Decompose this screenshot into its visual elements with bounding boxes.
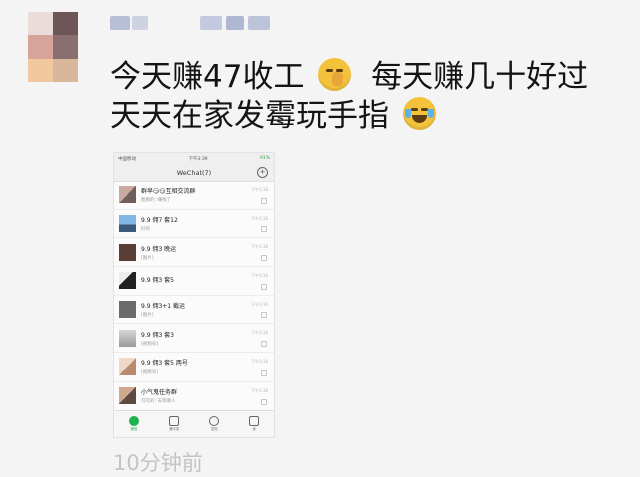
tab-bar: 微信 通讯录 发现 我 <box>114 410 274 437</box>
tab-contacts[interactable]: 通讯录 <box>168 416 180 432</box>
post-line1: 今天赚47收工 <box>110 59 305 95</box>
list-item[interactable]: 9.9 佣7 套12 好的 下午3:16 <box>114 210 274 239</box>
chat-list: 群早😏😏互相交流群 图图的: 赚钱了 下午3:18 9.9 佣7 套12 好的 下午… <box>114 181 274 411</box>
list-item[interactable]: 9.9 佣3 套5 两号 [视频号] 下午3:16 <box>114 353 274 382</box>
mute-icon <box>261 283 267 290</box>
mute-icon <box>261 398 267 405</box>
avatar <box>119 186 136 204</box>
chat-time: 下午3:16 <box>251 301 268 307</box>
tab-label: 发现 <box>210 427 218 431</box>
avatar[interactable] <box>28 12 78 82</box>
chat-preview: 可可的: 去等哪人 <box>141 399 176 405</box>
chat-preview: [图片] <box>141 255 154 261</box>
list-item[interactable]: 9.9 佣3+1 截运 [图片] 下午3:16 <box>114 296 274 325</box>
wechat-titlebar: WeChat(7) + <box>114 164 274 182</box>
tab-label: 我 <box>252 427 256 431</box>
avatar <box>119 358 136 376</box>
post-timestamp: 10分钟前 <box>113 451 203 475</box>
mute-icon <box>261 226 267 233</box>
chat-time: 下午3:16 <box>251 273 268 279</box>
list-item[interactable]: 9.9 佣3 套5 下午3:16 <box>114 267 274 296</box>
list-item[interactable]: 9.9 佣3 晚运 [图片] 下午3:16 <box>114 238 274 268</box>
mute-icon <box>261 312 267 319</box>
tab-chats[interactable]: 微信 <box>128 416 139 432</box>
laughing-tears-icon <box>402 97 436 130</box>
avatar <box>119 243 136 261</box>
shushing-face-icon <box>318 58 352 91</box>
chat-preview: 好的 <box>141 227 150 233</box>
avatar <box>119 329 136 347</box>
post-text: 今天赚47收工 每天赚几十好过 天天在家发霉玩手指 <box>110 58 620 136</box>
contacts-icon <box>169 416 180 426</box>
mute-icon <box>261 255 267 262</box>
compass-icon <box>209 416 220 426</box>
username-blur[interactable] <box>132 16 148 30</box>
person-icon <box>249 416 260 426</box>
chat-time: 下午3:16 <box>251 244 268 250</box>
chat-preview: 图图的: 赚钱了 <box>141 198 171 204</box>
post-line1b: 每天赚几十好过 <box>371 59 589 95</box>
status-time: 下午3:39 <box>188 156 208 162</box>
username-blur[interactable] <box>226 16 244 30</box>
chat-preview: [图片] <box>141 313 154 319</box>
battery: 91% <box>259 156 270 161</box>
mute-icon <box>261 341 267 348</box>
list-item[interactable]: 群早😏😏互相交流群 图图的: 赚钱了 下午3:18 <box>114 181 274 210</box>
status-bar: 中国移动 下午3:39 91% <box>114 153 274 164</box>
avatar <box>119 387 136 405</box>
avatar <box>119 215 136 233</box>
chat-preview: [视频号] <box>141 370 159 376</box>
attached-screenshot[interactable]: 中国移动 下午3:39 91% WeChat(7) + 群早😏😏互相交流群 图图的… <box>113 152 275 438</box>
avatar <box>119 272 136 290</box>
username-blur[interactable] <box>110 16 130 30</box>
chat-icon <box>128 416 139 426</box>
add-icon[interactable]: + <box>257 167 268 178</box>
carrier: 中国移动 <box>118 156 136 162</box>
chat-preview: [视频号] <box>141 341 159 347</box>
mute-icon <box>261 369 267 376</box>
list-item[interactable]: 9.9 佣3 套3 [视频号] 下午3:16 <box>114 324 274 354</box>
tab-me[interactable]: 我 <box>249 416 260 432</box>
chat-time: 下午3:16 <box>251 215 268 221</box>
chat-time: 下午3:18 <box>251 187 268 192</box>
post-line2: 天天在家发霉玩手指 <box>110 98 389 134</box>
chat-time: 下午3:16 <box>251 387 268 393</box>
mute-icon <box>261 197 267 204</box>
list-item[interactable]: 小气鬼任务群 可可的: 去等哪人 下午3:16 <box>114 382 274 411</box>
chat-time: 下午3:16 <box>251 359 268 365</box>
avatar <box>119 301 136 319</box>
tab-label: 微信 <box>130 427 138 431</box>
tab-label: 通讯录 <box>168 427 180 431</box>
chat-time: 下午3:16 <box>251 330 268 336</box>
username-blur[interactable] <box>248 16 270 30</box>
username-blur[interactable] <box>200 16 222 30</box>
wechat-title: WeChat(7) <box>176 168 212 177</box>
tab-discover[interactable]: 发现 <box>209 416 220 432</box>
